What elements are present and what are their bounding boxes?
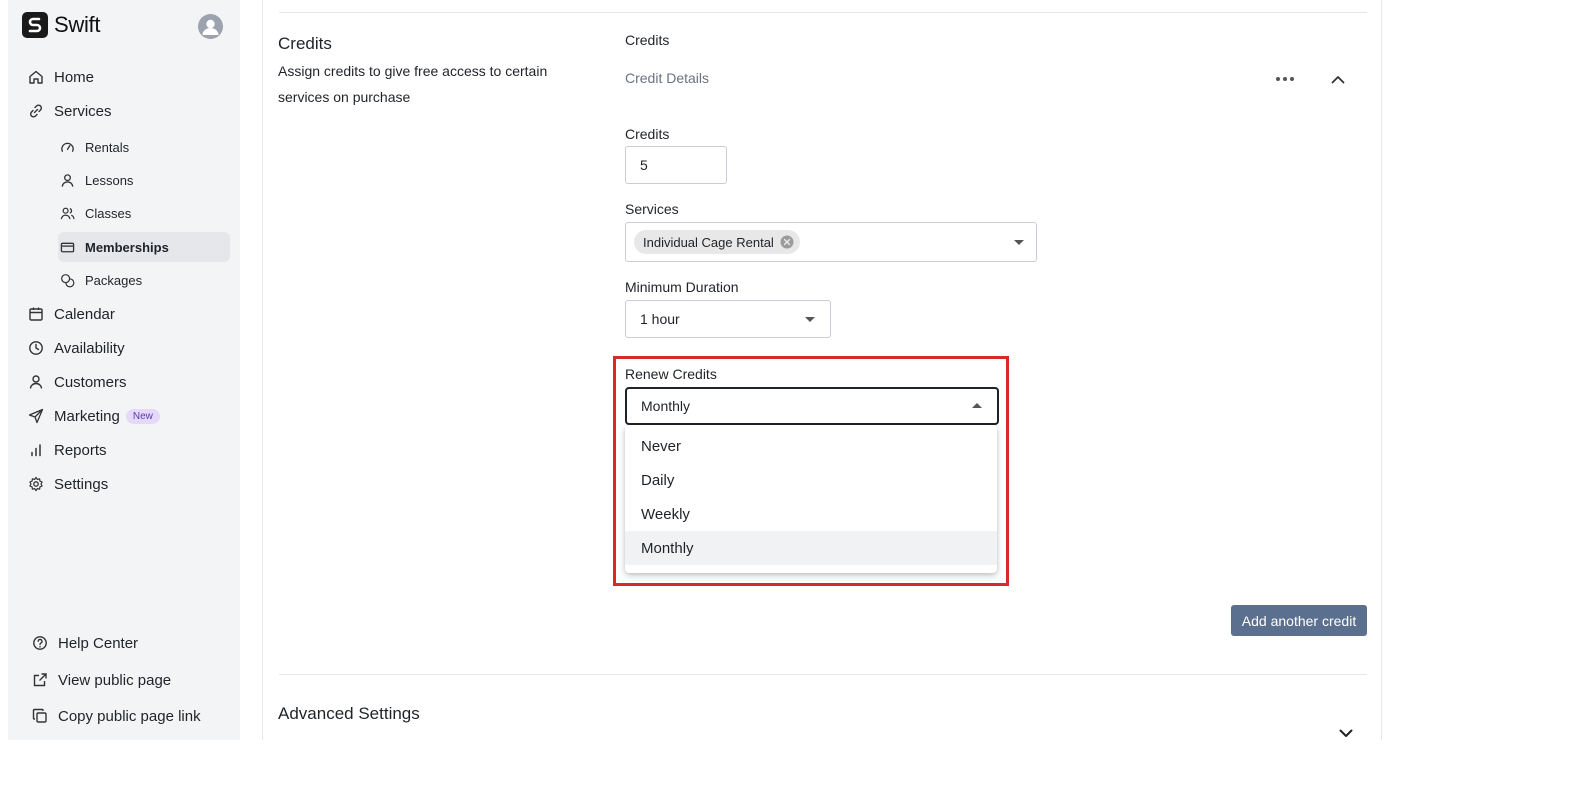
sidebar-item-memberships[interactable]: Memberships — [58, 232, 230, 262]
services-select[interactable]: Individual Cage Rental — [625, 222, 1037, 262]
nav-availability-label: Availability — [54, 339, 125, 357]
chevron-down-icon — [1339, 729, 1353, 737]
view-public-page-label: View public page — [58, 671, 172, 689]
copy-public-page-label: Copy public page link — [58, 707, 201, 725]
gear-icon — [29, 476, 43, 492]
renew-credits-value: Monthly — [641, 398, 691, 414]
nav-settings-label: Settings — [54, 475, 109, 493]
view-public-page-link[interactable]: View public page — [32, 667, 171, 693]
nav-availability[interactable]: Availability — [28, 335, 125, 361]
app-viewport: Swift Home Services Rentals Lessons Clas… — [0, 0, 1590, 740]
nav-marketing[interactable]: Marketing New — [28, 403, 160, 429]
section-divider — [279, 12, 1367, 13]
nav-calendar[interactable]: Calendar — [28, 301, 115, 327]
gauge-icon — [61, 142, 74, 152]
sidebar-item-label: Packages — [85, 272, 143, 288]
renew-credits-label: Renew Credits — [625, 366, 717, 382]
nav-settings[interactable]: Settings — [28, 471, 108, 497]
user-icon — [61, 173, 74, 187]
add-another-credit-button[interactable]: Add another credit — [1231, 605, 1367, 636]
external-link-icon — [33, 673, 47, 687]
renew-credits-select[interactable]: Monthly — [625, 387, 999, 425]
sidebar: Swift Home Services Rentals Lessons Clas… — [8, 0, 240, 740]
copy-public-page-link[interactable]: Copy public page link — [32, 703, 201, 729]
expand-advanced-button[interactable] — [1334, 721, 1358, 740]
help-center-label: Help Center — [58, 634, 139, 652]
clock-icon — [29, 341, 43, 355]
users-icon — [60, 207, 75, 219]
collapse-button[interactable] — [1326, 67, 1350, 91]
brand[interactable]: Swift — [22, 12, 100, 38]
credits-section-description: Assign credits to give free access to ce… — [278, 63, 548, 105]
nav-home[interactable]: Home — [28, 64, 94, 90]
copy-icon — [32, 708, 47, 723]
advanced-settings-title: Advanced Settings — [278, 704, 420, 723]
service-chip: Individual Cage Rental — [634, 230, 800, 254]
renew-option-weekly[interactable]: Weekly — [625, 497, 997, 531]
nav-services[interactable]: Services — [28, 98, 112, 124]
renew-options-menu: Never Daily Weekly Monthly — [625, 425, 997, 573]
credits-field-header: Credits — [625, 32, 670, 48]
user-icon — [29, 375, 43, 389]
section-divider — [279, 674, 1367, 675]
nav-customers[interactable]: Customers — [28, 369, 127, 395]
services-label: Services — [625, 201, 679, 217]
credits-section-title: Credits — [278, 34, 332, 53]
sidebar-item-lessons[interactable]: Lessons — [58, 165, 230, 195]
sidebar-item-packages[interactable]: Packages — [58, 265, 230, 295]
more-horizontal-icon — [1276, 77, 1294, 81]
avatar-icon[interactable] — [198, 14, 223, 39]
send-icon — [28, 408, 44, 424]
credits-input[interactable]: 5 — [625, 146, 727, 184]
coins-icon — [61, 273, 75, 287]
main-panel: Credits Assign credits to give free acce… — [262, 0, 1382, 740]
home-icon — [29, 70, 43, 84]
nav-reports[interactable]: Reports — [28, 437, 107, 463]
services-dropdown-icon[interactable] — [1014, 240, 1024, 245]
help-icon — [33, 636, 47, 650]
remove-chip-icon[interactable] — [780, 235, 794, 249]
help-center-link[interactable]: Help Center — [32, 630, 138, 656]
card-icon — [60, 242, 75, 252]
credits-label: Credits — [625, 126, 670, 142]
brand-name: Swift — [54, 12, 101, 37]
minimum-duration-select[interactable]: 1 hour — [625, 300, 831, 338]
credit-details-label: Credit Details — [625, 70, 710, 86]
sidebar-item-rentals[interactable]: Rentals — [58, 132, 230, 162]
minimum-duration-value: 1 hour — [640, 311, 680, 327]
renew-option-never[interactable]: Never — [625, 429, 997, 463]
renew-option-daily[interactable]: Daily — [625, 463, 997, 497]
more-options-button[interactable] — [1273, 67, 1297, 91]
sidebar-item-label: Classes — [85, 205, 132, 221]
minimum-duration-label: Minimum Duration — [625, 279, 739, 295]
renew-option-monthly[interactable]: Monthly — [625, 531, 997, 565]
sidebar-item-label: Memberships — [85, 239, 169, 255]
new-badge: New — [125, 408, 160, 424]
nav-home-label: Home — [54, 68, 95, 86]
swift-logo-icon — [22, 12, 48, 38]
chevron-up-icon — [1331, 75, 1345, 83]
sidebar-item-label: Rentals — [85, 139, 130, 155]
nav-customers-label: Customers — [54, 373, 127, 391]
service-chip-label: Individual Cage Rental — [643, 234, 774, 250]
bar-chart-icon — [31, 444, 41, 457]
duration-dropdown-icon[interactable] — [805, 317, 815, 322]
nav-services-label: Services — [54, 102, 112, 120]
credits-value: 5 — [640, 157, 648, 173]
sidebar-item-label: Lessons — [85, 172, 134, 188]
link-icon — [29, 104, 43, 118]
nav-calendar-label: Calendar — [54, 305, 115, 323]
nav-marketing-label: Marketing — [54, 407, 120, 425]
calendar-icon — [29, 307, 43, 321]
nav-reports-label: Reports — [54, 441, 107, 459]
renew-dropdown-icon[interactable] — [972, 403, 982, 408]
sidebar-item-classes[interactable]: Classes — [58, 198, 230, 228]
